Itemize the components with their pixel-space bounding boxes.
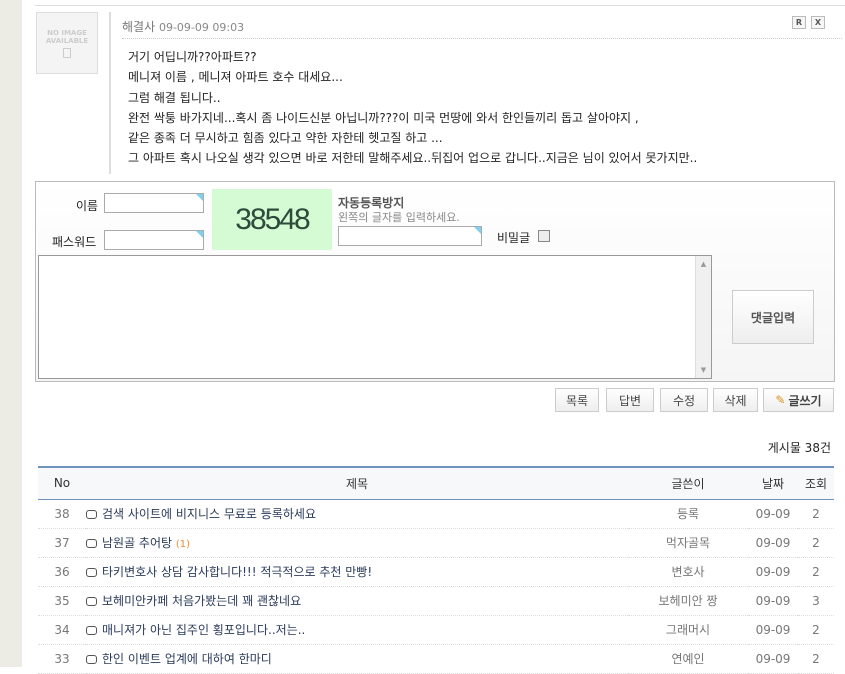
row-author: 보헤미안 짱: [628, 586, 748, 616]
row-author: 그래머시: [628, 615, 748, 645]
comment-body: 거기 어딥니까??아파트?? 메니져 이름 , 메니져 아파트 호수 대세요..…: [128, 47, 697, 169]
captcha-input[interactable]: [338, 226, 482, 246]
table-row[interactable]: 35 보헤미안카페 처음가봤는데 꽤 괜찮네요 보헤미안 짱 09-09 3: [38, 586, 834, 616]
col-date[interactable]: 날짜: [748, 467, 798, 499]
row-title-cell[interactable]: 검색 사이트에 비지니스 무료로 등록하세요: [86, 499, 628, 529]
row-title-cell[interactable]: 매니져가 아닌 집주인 횡포입니다..저는..: [86, 615, 628, 645]
row-title[interactable]: 매니져가 아닌 집주인 횡포입니다..저는..: [102, 623, 305, 637]
row-no: 33: [38, 644, 86, 674]
row-date: 09-09: [748, 586, 798, 616]
comment-reply-button[interactable]: R: [792, 16, 806, 29]
comment-header: 해결사 09-09-09 09:03: [122, 18, 244, 35]
row-no: 38: [38, 499, 86, 529]
write-label: 글쓰기: [788, 393, 822, 408]
col-author[interactable]: 글쓴이: [628, 467, 748, 499]
row-title[interactable]: 검색 사이트에 비지니스 무료로 등록하세요: [102, 507, 316, 521]
delete-button[interactable]: 삭제: [713, 388, 758, 412]
row-title[interactable]: 보헤미안카페 처음가봤는데 꽤 괜찮네요: [102, 594, 301, 608]
table-row[interactable]: 37 남원골 추어탕 (1) 먹자골목 09-09 2: [38, 528, 834, 558]
reply-count: (1): [175, 539, 191, 550]
row-title-cell[interactable]: 타키변호사 상담 감사합니다!!! 적극적으로 추천 만빵!: [86, 557, 628, 587]
row-title[interactable]: 남원골 추어탕: [102, 536, 172, 550]
comment-author: 해결사: [122, 20, 156, 34]
row-no: 36: [38, 557, 86, 587]
comment-delete-button[interactable]: X: [811, 16, 825, 29]
divider: [35, 5, 845, 6]
list-button[interactable]: 목록: [555, 388, 599, 412]
comment-icon: [86, 655, 97, 664]
comment-datetime: 09-09-09 09:03: [158, 21, 245, 34]
table-row[interactable]: 33 한인 이벤트 업계에 대하여 한마디 연예인 09-09 2: [38, 644, 834, 674]
row-title-cell[interactable]: 한인 이벤트 업계에 대하여 한마디: [86, 644, 628, 674]
left-strip: [0, 0, 22, 667]
name-label: 이름: [76, 199, 99, 213]
row-views: 2: [798, 615, 834, 645]
avatar-placeholder-text: NO IMAGE AVAILABLE: [45, 28, 89, 45]
table-row[interactable]: 34 매니져가 아닌 집주인 횡포입니다..저는.. 그래머시 09-09 2: [38, 615, 834, 645]
row-author: 먹자골목: [628, 528, 748, 558]
table-row[interactable]: 38 검색 사이트에 비지니스 무료로 등록하세요 등록 09-09 2: [38, 499, 834, 529]
comment-line: 그 아파트 혹시 나오실 생각 있으면 바로 저한테 말해주세요..뒤집어 업으…: [128, 151, 698, 166]
row-no: 35: [38, 586, 86, 616]
scrollbar[interactable]: ▲ ▼: [695, 256, 711, 378]
reply-button[interactable]: 답변: [606, 388, 654, 412]
row-views: 2: [798, 557, 834, 587]
row-author: 연예인: [628, 644, 748, 674]
password-input[interactable]: [104, 230, 204, 250]
row-title-cell[interactable]: 보헤미안카페 처음가봤는데 꽤 괜찮네요: [86, 586, 628, 616]
table-row[interactable]: 36 타키변호사 상담 감사합니다!!! 적극적으로 추천 만빵! 변호사 09…: [38, 557, 834, 587]
comment-icon: [86, 626, 97, 635]
col-title[interactable]: 제목: [86, 467, 628, 499]
row-title-cell[interactable]: 남원골 추어탕 (1): [86, 528, 628, 558]
row-date: 09-09: [748, 557, 798, 587]
comment-line: 같은 종족 더 무시하고 힘좀 있다고 약한 자한테 헷고질 하고 ...: [128, 131, 443, 146]
comment-line: 메니져 이름 , 메니져 아파트 호수 대세요...: [128, 70, 343, 85]
row-views: 2: [798, 644, 834, 674]
comment-icon: [86, 597, 97, 606]
row-title[interactable]: 한인 이벤트 업계에 대하여 한마디: [102, 652, 272, 666]
row-no: 34: [38, 615, 86, 645]
write-button[interactable]: ✎ 글쓰기: [763, 388, 834, 412]
board-table: No 제목 글쓴이 날짜 조회 38 검색 사이트에 비지니스 무료로 등록하세…: [38, 466, 834, 674]
row-views: 2: [798, 499, 834, 529]
comment-line: 완전 싹퉁 바가지네...혹시 좀 나이드신분 아닙니까???이 미국 먼땅에 …: [128, 110, 639, 125]
row-date: 09-09: [748, 615, 798, 645]
row-author: 변호사: [628, 557, 748, 587]
comment-icon: [86, 539, 97, 548]
row-views: 2: [798, 528, 834, 558]
post-count: 게시물 38건: [767, 441, 831, 455]
divider: [109, 12, 111, 174]
comment-icon: [86, 510, 97, 519]
pencil-icon: ✎: [775, 393, 786, 407]
row-views: 3: [798, 586, 834, 616]
row-date: 09-09: [748, 499, 798, 529]
divider: [122, 38, 842, 39]
comment-textarea[interactable]: ▲ ▼: [38, 255, 712, 379]
edit-button[interactable]: 수정: [660, 388, 708, 412]
secret-checkbox[interactable]: [538, 230, 550, 242]
row-date: 09-09: [748, 528, 798, 558]
name-input[interactable]: [104, 193, 204, 213]
comment-line: 거기 어딥니까??아파트??: [128, 50, 257, 64]
col-no[interactable]: No: [38, 467, 86, 499]
comment-form: 이름 패스워드 38548 자동등록방지 왼쪽의 글자를 입력하세요. 비밀글 …: [35, 181, 835, 382]
comment-icon: [86, 568, 97, 577]
row-no: 37: [38, 528, 86, 558]
password-label: 패스워드: [52, 235, 97, 249]
avatar: NO IMAGE AVAILABLE: [36, 12, 98, 74]
row-title[interactable]: 타키변호사 상담 감사합니다!!! 적극적으로 추천 만빵!: [102, 565, 372, 579]
col-views[interactable]: 조회: [798, 467, 834, 499]
submit-comment-button[interactable]: 댓글입력: [732, 290, 814, 344]
secret-label: 비밀글: [497, 231, 531, 245]
captcha-image: 38548: [212, 189, 332, 250]
row-date: 09-09: [748, 644, 798, 674]
comment-line: 그럼 해결 됩니다..: [128, 90, 221, 105]
captcha-hint: 왼쪽의 글자를 입력하세요.: [338, 211, 460, 224]
row-author: 등록: [628, 499, 748, 529]
